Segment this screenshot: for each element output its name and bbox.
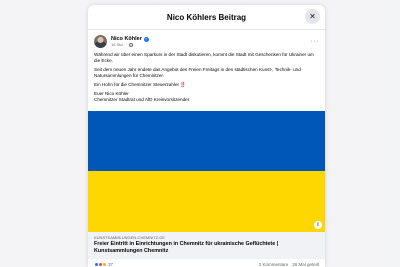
signature: Euer Nico Köhler Chemnitzer Stadtrat und… [94,91,319,103]
engagement-counts: 2 Kommentare 26 Mal geteilt [259,262,319,267]
post-paragraph: Während wir über einen Sparkurs in der S… [94,52,314,63]
reaction-icons[interactable] [94,261,107,267]
comment-count[interactable]: 2 Kommentare [259,262,289,267]
link-domain: kunstsammlungen-chemnitz.de [94,235,165,240]
post-paragraph: Ein Hohn für die Chemnitzer Steuerzahler… [94,82,187,87]
modal-title: Nico Köhlers Beitrag [166,12,247,22]
close-button[interactable]: ✕ [305,9,320,24]
info-icon[interactable]: i [314,221,322,229]
post-meta: 16 Std. · [111,42,149,47]
post-modal: Nico Köhlers Beitrag ✕ Nico Köhler ✓ 16 … [88,5,325,267]
post-paragraph: Seit dem neuen Jahr endete das Angebot d… [94,67,301,78]
post-time[interactable]: 16 Std. [111,42,124,47]
reactions-bar: 37 2 Kommentare 26 Mal geteilt [88,259,325,267]
verified-badge-icon: ✓ [143,36,149,42]
author-block: Nico Köhler ✓ 16 Std. · [111,36,149,47]
flag-yellow-stripe: i [88,171,325,232]
sad-reaction-icon [102,261,107,267]
flag-blue-stripe [88,111,325,171]
link-title[interactable]: Freier Eintritt in Einrichtungen in Chem… [94,241,319,254]
share-count[interactable]: 26 Mal geteilt [292,262,319,267]
signature-line: Chemnitzer Stadtrat und AfD Kreisvorsitz… [94,97,190,102]
link-preview-image[interactable]: i [88,111,325,232]
modal-header: Nico Köhlers Beitrag ✕ [88,5,325,30]
avatar[interactable] [94,35,107,48]
more-options-icon[interactable]: ··· [311,38,320,45]
close-icon: ✕ [309,12,316,21]
link-preview[interactable]: kunstsammlungen-chemnitz.de Freier Eintr… [88,232,325,259]
reaction-count[interactable]: 37 [108,262,113,267]
globe-icon [129,42,134,47]
post-header: Nico Köhler ✓ 16 Std. · ··· [88,30,325,50]
post-text: Während wir über einen Sparkurs in der S… [88,50,325,103]
